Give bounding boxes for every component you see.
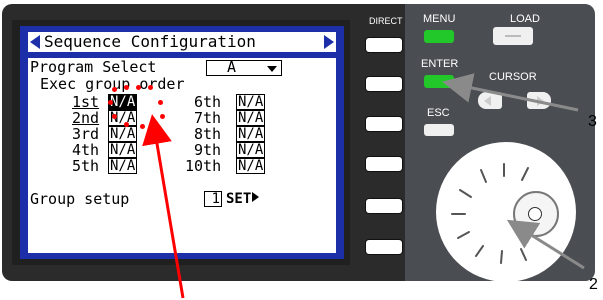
callout-arrows [142,73,585,299]
callout-2-arrow [506,219,585,270]
callout-2: 2 [589,276,598,293]
instrument-panel: Sequence Configuration Program Select A … [0,0,603,299]
red-pointer-arrow [142,114,185,299]
callout-3-arrow [442,73,579,112]
callout-3: 3 [588,113,597,130]
